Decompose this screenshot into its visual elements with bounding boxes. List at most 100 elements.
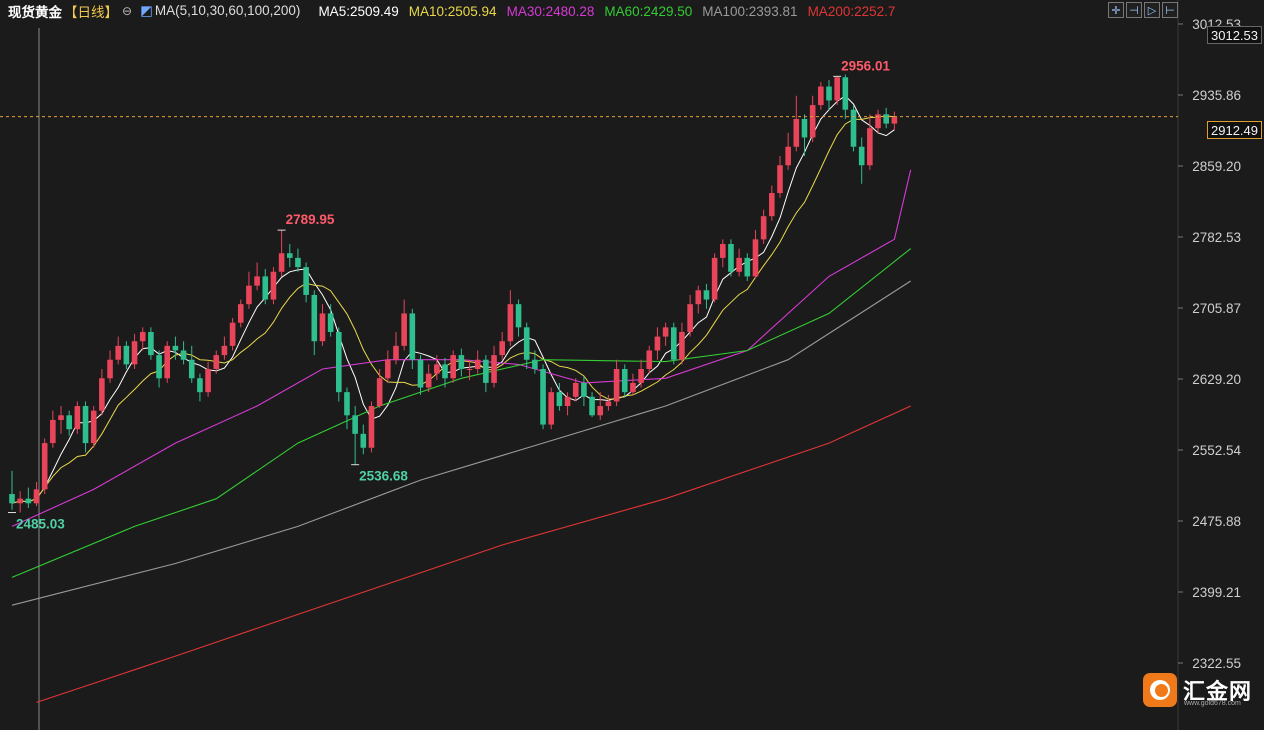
candle-body bbox=[818, 86, 824, 106]
candle bbox=[197, 373, 203, 402]
candle-body bbox=[352, 415, 358, 434]
instrument-title[interactable]: 现货黄金 bbox=[8, 1, 62, 21]
y-axis-ticks: 3012.532935.862859.202782.532705.872629.… bbox=[1178, 17, 1241, 671]
candle-body bbox=[123, 345, 130, 365]
candle-body bbox=[760, 216, 767, 240]
candle bbox=[499, 331, 505, 360]
candle-body bbox=[58, 415, 64, 420]
candle bbox=[654, 327, 661, 360]
candle-body bbox=[17, 498, 23, 504]
current-price-label: 2912.49 bbox=[1207, 121, 1262, 139]
candle-body bbox=[483, 359, 489, 383]
y-tick-label: 2705.87 bbox=[1192, 301, 1241, 316]
candle-body bbox=[41, 443, 48, 490]
chart-toolbar: ✛ ⊣ ▷ ⊢ bbox=[1108, 2, 1178, 18]
candle-body bbox=[719, 243, 726, 258]
candle bbox=[352, 406, 358, 465]
candle-body bbox=[197, 378, 203, 393]
pan-left-icon[interactable]: ⊣ bbox=[1126, 2, 1142, 18]
candle-body bbox=[409, 313, 416, 360]
ma10-value: MA10:2505.94 bbox=[408, 3, 497, 19]
collapse-icon[interactable]: ⊖ bbox=[122, 4, 132, 18]
logo-url: www.gold678.com bbox=[1184, 700, 1241, 707]
candle bbox=[891, 111, 898, 131]
candle bbox=[777, 155, 783, 198]
candle-body bbox=[515, 304, 522, 328]
candle bbox=[131, 333, 138, 370]
candle bbox=[295, 248, 301, 272]
candle bbox=[662, 322, 669, 346]
candle-body bbox=[180, 350, 187, 360]
candle bbox=[393, 331, 399, 365]
candle bbox=[540, 364, 546, 430]
y-tick-label: 2552.54 bbox=[1192, 443, 1241, 458]
period-label[interactable]: 【日线】 bbox=[64, 1, 118, 21]
candle bbox=[572, 378, 579, 402]
candle-body bbox=[711, 257, 718, 300]
candle-body bbox=[213, 355, 220, 370]
candle bbox=[826, 80, 832, 110]
candle-body bbox=[450, 355, 456, 379]
candle bbox=[368, 401, 375, 453]
candle-body bbox=[842, 77, 849, 110]
candle-body bbox=[442, 364, 448, 379]
candle-body bbox=[883, 114, 889, 124]
candle-body bbox=[572, 382, 579, 397]
candle bbox=[327, 304, 334, 337]
candle-body bbox=[638, 369, 644, 383]
candle-body bbox=[556, 392, 563, 407]
y-tick-label: 2629.20 bbox=[1192, 372, 1241, 387]
candle-body bbox=[597, 406, 604, 416]
ma-indicator-label[interactable]: ◩ MA(5,10,30,60,100,200) bbox=[140, 3, 310, 19]
candle-body bbox=[425, 373, 432, 388]
candle bbox=[858, 137, 865, 184]
candle-body bbox=[107, 359, 113, 379]
candle-body bbox=[131, 341, 138, 365]
candle-body bbox=[736, 257, 742, 272]
candle bbox=[246, 271, 252, 309]
candle bbox=[728, 239, 734, 277]
candle-body bbox=[311, 294, 318, 342]
candle bbox=[687, 294, 693, 337]
annotation-label: 2485.03 bbox=[16, 517, 65, 532]
candle-body bbox=[66, 415, 72, 430]
candle-body bbox=[319, 313, 326, 342]
candle bbox=[25, 487, 32, 508]
candle-body bbox=[82, 406, 89, 444]
candle-body bbox=[532, 359, 538, 370]
ma5-value: MA5:2509.49 bbox=[318, 3, 399, 19]
candle-body bbox=[654, 336, 661, 351]
candle bbox=[613, 359, 620, 407]
candle bbox=[229, 318, 236, 351]
candle-body bbox=[172, 345, 179, 351]
logo-icon bbox=[1143, 673, 1177, 707]
crosshair-icon[interactable]: ✛ bbox=[1108, 2, 1124, 18]
candle bbox=[376, 369, 383, 408]
candle bbox=[474, 350, 481, 374]
candle-body bbox=[156, 355, 162, 379]
candle bbox=[123, 341, 130, 370]
candle-body bbox=[728, 243, 734, 272]
candle bbox=[875, 109, 881, 133]
candle bbox=[703, 283, 710, 309]
candle-body bbox=[139, 331, 146, 342]
annotation-label: 2536.68 bbox=[359, 469, 408, 484]
candle-body bbox=[458, 355, 465, 370]
candle-body bbox=[801, 118, 808, 138]
ma200-line bbox=[36, 405, 911, 703]
pan-right-icon[interactable]: ⊢ bbox=[1162, 2, 1178, 18]
chart-header: 现货黄金 【日线】 ⊖ ◩ MA(5,10,30,60,100,200) MA5:… bbox=[0, 0, 1100, 22]
candle-body bbox=[523, 327, 530, 360]
y-tick-label: 2399.21 bbox=[1192, 585, 1241, 600]
play-icon[interactable]: ▷ bbox=[1144, 2, 1160, 18]
candle-body bbox=[401, 313, 407, 346]
candle bbox=[82, 401, 89, 453]
candle-body bbox=[360, 433, 367, 448]
candle bbox=[719, 239, 726, 268]
candle bbox=[17, 491, 23, 513]
candle-body bbox=[621, 369, 628, 393]
candle-body bbox=[115, 345, 122, 360]
candle-body bbox=[834, 77, 840, 101]
candle-body bbox=[687, 304, 693, 332]
candle bbox=[458, 348, 465, 377]
